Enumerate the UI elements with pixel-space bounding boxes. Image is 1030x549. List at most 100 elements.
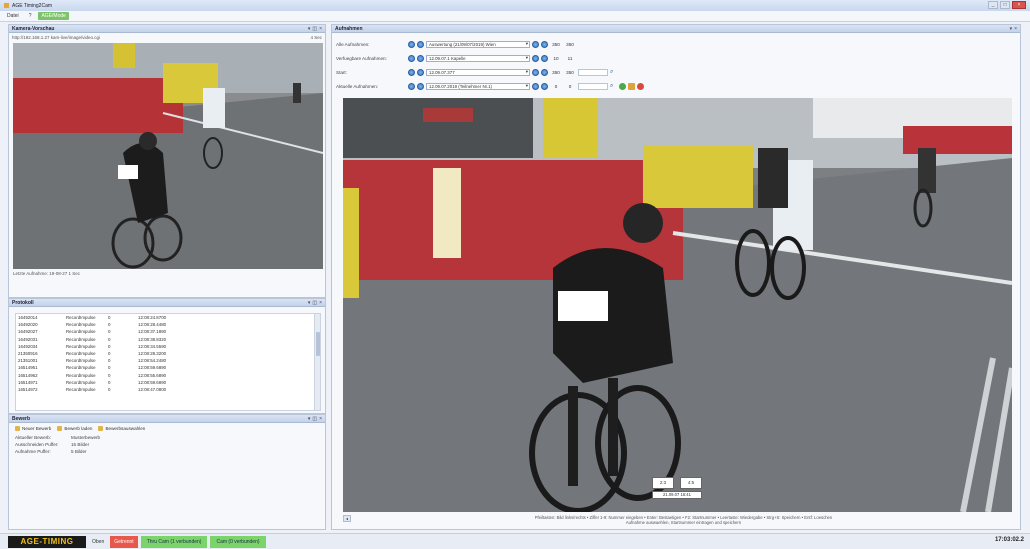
new-event-button[interactable]: Neuer Bewerb bbox=[15, 426, 51, 431]
protocol-cell: 16514972 bbox=[18, 386, 38, 392]
recording-row-label: Verfuegbare Aufnahmen: bbox=[336, 55, 387, 61]
protocol-cell: 16492020 bbox=[18, 322, 38, 328]
status-disconnected: Getrennt bbox=[110, 535, 138, 548]
protocol-row[interactable]: 16514972 RecordImpulse 0 12:08:47.0800 bbox=[16, 386, 320, 393]
recording-count-from: 350 bbox=[552, 41, 560, 47]
prev-button[interactable] bbox=[532, 82, 539, 90]
start-filter-input[interactable] bbox=[578, 68, 608, 76]
close-icon[interactable]: × bbox=[319, 300, 322, 306]
pin-icon[interactable]: ▾ bbox=[1010, 26, 1013, 32]
protocol-row[interactable]: 21350916 RecordImpulse 0 12:08:28.3200 bbox=[16, 350, 320, 357]
prev-button[interactable] bbox=[408, 54, 415, 62]
protocol-cell: 12:08:54.2480 bbox=[138, 358, 167, 364]
select-event-button[interactable]: Bewerbsauswahlen bbox=[98, 426, 145, 431]
next-button[interactable] bbox=[417, 68, 424, 76]
protocol-row[interactable]: 16514971 RecordImpulse 0 12:08:59.6890 bbox=[16, 379, 320, 386]
event-panel-controls: ▾ ◫ × bbox=[308, 416, 322, 422]
protocol-cell: 0 bbox=[108, 386, 111, 392]
load-event-button[interactable]: Bewerb laden bbox=[57, 426, 92, 431]
recording-row-current: Aktuelle Aufnahmen: 12.09.07.2019 (Teiln… bbox=[336, 81, 644, 91]
dock-icon[interactable]: ◫ bbox=[312, 26, 317, 32]
recording-count-from: 10 bbox=[553, 55, 559, 61]
search-icon[interactable]: ⌕ bbox=[610, 83, 617, 90]
chevron-down-icon: ▾ bbox=[525, 55, 528, 60]
keyboard-hint: Pfeiltasten: Bild links/rechts • Ziffer … bbox=[355, 515, 1012, 525]
menu-help[interactable]: ? bbox=[26, 12, 35, 20]
next-button[interactable] bbox=[541, 54, 548, 62]
close-icon[interactable]: × bbox=[319, 416, 322, 422]
scroll-thumb[interactable] bbox=[316, 332, 320, 356]
recording-select[interactable]: 12.09.07.1 Kapelle ▾ bbox=[426, 54, 530, 62]
window-title: AGE Timing2Cam bbox=[12, 2, 53, 9]
close-icon[interactable]: × bbox=[1014, 26, 1017, 32]
recording-select[interactable]: 12.09.07.2019 (Teilnehmer Nr.1) ▾ bbox=[426, 82, 530, 90]
recording-image bbox=[343, 98, 1012, 512]
confirm-button[interactable] bbox=[619, 82, 626, 90]
prev-button[interactable] bbox=[532, 54, 539, 62]
recording-select-value: Auswertung (21/09/07/2019) Wien bbox=[429, 41, 496, 47]
camera-url-bar: http://192.168.1.27 kam-live/image/video… bbox=[9, 33, 325, 41]
recording-select-value: 12.09.07.1 Kapelle bbox=[429, 55, 466, 61]
next-button[interactable] bbox=[417, 54, 424, 62]
protocol-row[interactable]: 16514961 RecordImpulse 0 12:08:59.6890 bbox=[16, 364, 320, 371]
next-button[interactable] bbox=[541, 68, 548, 76]
camera-panel-title: Kamera-Vorschau bbox=[12, 25, 55, 32]
edit-button[interactable] bbox=[628, 82, 635, 90]
pin-icon[interactable]: ▾ bbox=[308, 300, 311, 306]
protocol-cell: 0 bbox=[108, 322, 111, 328]
prev-button[interactable] bbox=[408, 68, 415, 76]
bib-number-input[interactable] bbox=[578, 82, 608, 90]
protocol-row[interactable]: 16492031 RecordImpulse 0 12:08:38.8320 bbox=[16, 336, 320, 343]
menu-file[interactable]: Datei bbox=[4, 12, 22, 20]
next-button[interactable] bbox=[417, 40, 424, 48]
protocol-cell: 0 bbox=[108, 379, 111, 385]
clock: 17:03:02.2 bbox=[994, 537, 1024, 543]
protocol-row[interactable]: 16514962 RecordImpulse 0 12:08:55.6890 bbox=[16, 372, 320, 379]
protocol-row[interactable]: 16492034 RecordImpulse 0 12:08:34.5590 bbox=[16, 343, 320, 350]
recordings-panel-header: Aufnahmen ▾ × bbox=[332, 25, 1020, 33]
menu-mode[interactable]: AGE/Mode bbox=[38, 12, 69, 20]
maximize-button[interactable]: □ bbox=[1000, 1, 1010, 9]
close-button[interactable]: × bbox=[1012, 1, 1026, 9]
dock-icon[interactable]: ◫ bbox=[312, 416, 317, 422]
close-icon[interactable]: × bbox=[319, 26, 322, 32]
prev-button[interactable] bbox=[408, 82, 415, 90]
prev-button[interactable] bbox=[408, 40, 415, 48]
protocol-cell: 16514961 bbox=[18, 365, 38, 371]
protocol-cell: 0 bbox=[108, 372, 111, 378]
recording-row-label: Aktuelle Aufnahmen: bbox=[336, 83, 379, 89]
protocol-row[interactable]: 21351001 RecordImpulse 0 12:08:54.2480 bbox=[16, 357, 320, 364]
recording-row-available: Verfuegbare Aufnahmen: 12.09.07.1 Kapell… bbox=[336, 53, 576, 63]
event-field-label: Aktueller Bewerb: bbox=[15, 435, 52, 440]
protocol-cell: RecordImpulse bbox=[66, 372, 96, 378]
prev-button[interactable] bbox=[532, 40, 539, 48]
protocol-scrollbar[interactable] bbox=[314, 314, 320, 410]
status-text: Oben bbox=[92, 538, 105, 545]
search-icon[interactable]: ⌕ bbox=[610, 69, 617, 76]
event-field-label: Aufnahme Puffer: bbox=[15, 449, 51, 454]
expand-button[interactable]: ◂ bbox=[343, 515, 351, 522]
recording-count-from: 350 bbox=[552, 69, 560, 75]
delete-button[interactable] bbox=[637, 82, 644, 90]
pin-icon[interactable]: ▾ bbox=[308, 26, 311, 32]
next-button[interactable] bbox=[417, 82, 424, 90]
select-event-label: Bewerbsauswahlen bbox=[105, 426, 146, 431]
new-icon bbox=[15, 426, 20, 431]
protocol-list[interactable]: 16492014 RecordImpulse 0 12:08:24.8700 16492… bbox=[15, 313, 321, 411]
minimize-button[interactable]: _ bbox=[988, 1, 998, 9]
recording-row-start: Start: 12.09.07.377 ▾ 350 350 ⌕ bbox=[336, 67, 617, 77]
protocol-cell: 21350916 bbox=[18, 351, 38, 357]
pin-icon[interactable]: ▾ bbox=[308, 416, 311, 422]
protocol-row[interactable]: 16492027 RecordImpulse 0 12:08:37.1890 bbox=[16, 328, 320, 335]
protocol-cell: 0 bbox=[108, 329, 111, 335]
next-button[interactable] bbox=[541, 40, 548, 48]
recording-select[interactable]: Auswertung (21/09/07/2019) Wien ▾ bbox=[426, 40, 530, 48]
dock-icon[interactable]: ◫ bbox=[312, 300, 317, 306]
folder-icon bbox=[57, 426, 63, 431]
camera-last-capture: Letzte Aufnahme: 19-08-27 1 Sec bbox=[13, 271, 81, 276]
prev-button[interactable] bbox=[532, 68, 539, 76]
next-button[interactable] bbox=[541, 82, 548, 90]
protocol-row[interactable]: 16492020 RecordImpulse 0 12:08:28.4480 bbox=[16, 321, 320, 328]
protocol-row[interactable]: 16492014 RecordImpulse 0 12:08:24.8700 bbox=[16, 314, 320, 321]
recording-select[interactable]: 12.09.07.377 ▾ bbox=[426, 68, 530, 76]
